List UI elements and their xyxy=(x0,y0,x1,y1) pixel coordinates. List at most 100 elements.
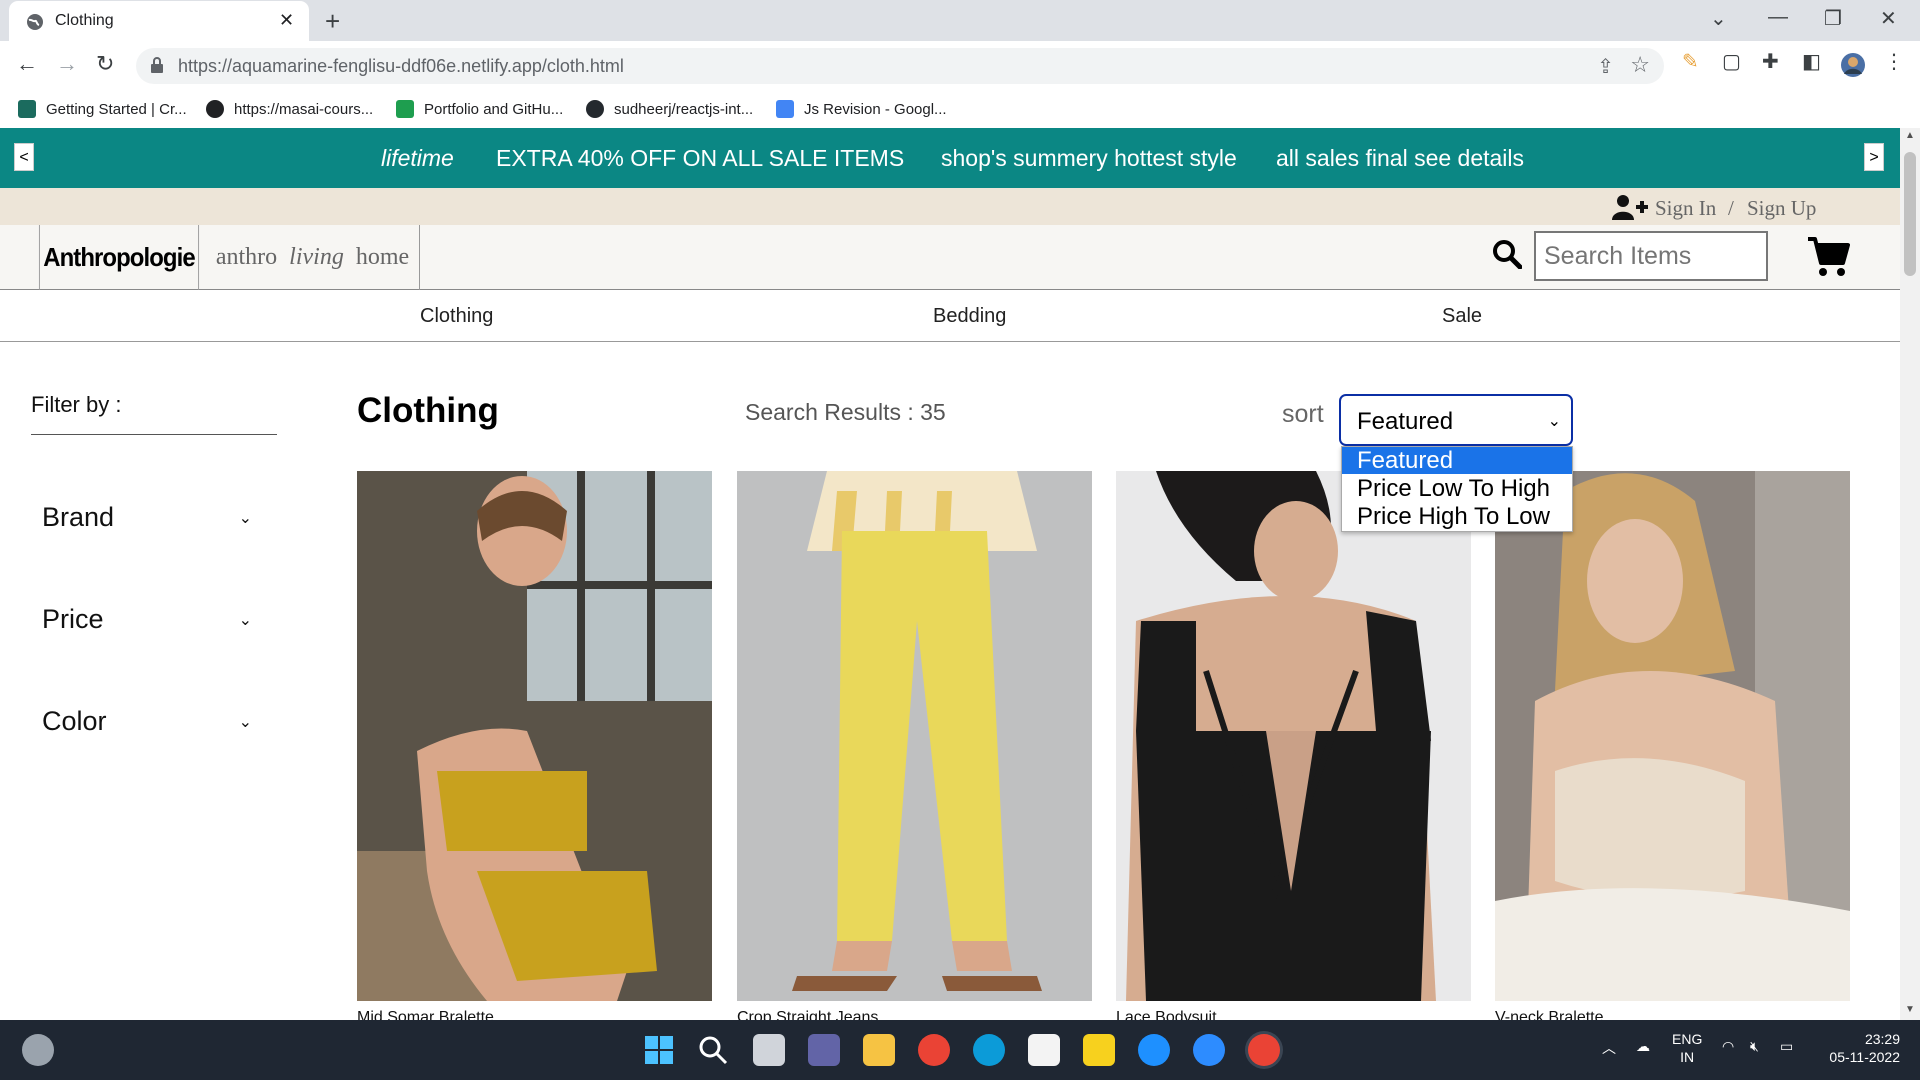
new-tab-icon[interactable]: + xyxy=(325,6,340,37)
volume-muted-icon[interactable]: 🔇︎ xyxy=(1750,1038,1759,1055)
restore-icon[interactable]: ❐ xyxy=(1824,6,1842,31)
product-name[interactable]: Crop Straight Jeans xyxy=(737,1009,878,1020)
globe-icon xyxy=(27,14,43,30)
bookmark-label: Getting Started | Cr... xyxy=(46,100,187,118)
sign-up-link[interactable]: Sign Up xyxy=(1747,196,1816,221)
chrome-active-icon[interactable] xyxy=(1248,1034,1280,1066)
product-name[interactable]: Lace Bodysuit xyxy=(1116,1009,1217,1020)
bookmark-site-icon xyxy=(18,100,36,118)
edge-icon[interactable] xyxy=(973,1034,1005,1066)
filter-title: Filter by : xyxy=(31,392,122,417)
promo-text: shop's summery hottest style xyxy=(941,145,1237,171)
language-code: ENG xyxy=(1672,1031,1703,1047)
product-image[interactable] xyxy=(357,471,712,1001)
windows-start-icon[interactable] xyxy=(643,1034,675,1066)
file-explorer-icon[interactable] xyxy=(863,1034,895,1066)
scroll-up-icon[interactable]: ▲ xyxy=(1905,130,1915,141)
pdf-reader-icon[interactable] xyxy=(1083,1034,1115,1066)
github-icon xyxy=(586,100,604,118)
sort-select[interactable]: Featured ⌄ xyxy=(1339,394,1573,446)
bookmark-item[interactable]: https://masai-cours... xyxy=(206,96,373,122)
bookmark-item[interactable]: Js Revision - Googl... xyxy=(776,96,947,122)
promo-next-button[interactable]: > xyxy=(1864,143,1884,171)
globe-icon xyxy=(206,100,224,118)
sort-option-price-high-low[interactable]: Price High To Low xyxy=(1342,503,1572,530)
browser-tab-bar: Clothing ✕ + ⌄ — ❐ ✕ xyxy=(0,0,1920,41)
tab-title: Clothing xyxy=(55,12,114,29)
profile-avatar-icon[interactable] xyxy=(1840,52,1866,78)
bookmark-item[interactable]: sudheerj/reactjs-int... xyxy=(586,96,753,122)
shopping-cart-icon[interactable] xyxy=(1806,235,1850,279)
chrome-icon[interactable] xyxy=(918,1034,950,1066)
minimize-icon[interactable]: — xyxy=(1768,6,1788,29)
filter-brand[interactable]: Brand ⌄ xyxy=(42,498,252,538)
bookmarks-bar: Getting Started | Cr... https://masai-co… xyxy=(0,90,1920,128)
browser-menu-icon[interactable]: ⋮ xyxy=(1884,49,1904,74)
extension-blank-icon[interactable]: ▢ xyxy=(1722,49,1741,74)
page-scrollbar[interactable]: ▲ ▼ xyxy=(1900,128,1920,1020)
side-panel-icon[interactable]: ◧ xyxy=(1802,49,1821,74)
clock[interactable]: 23:29 05-11-2022 xyxy=(1820,1030,1900,1066)
lock-icon xyxy=(151,57,163,73)
results-count: Search Results : 35 xyxy=(745,399,946,425)
browser-tab[interactable]: Clothing ✕ xyxy=(9,1,309,41)
search-icon[interactable] xyxy=(697,1034,729,1066)
sign-in-link[interactable]: Sign In xyxy=(1655,196,1716,221)
back-icon[interactable]: ← xyxy=(16,51,38,77)
window-close-icon[interactable]: ✕ xyxy=(1880,6,1897,31)
forward-icon[interactable]: → xyxy=(56,51,78,77)
task-view-icon[interactable] xyxy=(753,1034,785,1066)
address-bar[interactable]: https://aquamarine-fenglisu-ddf06e.netli… xyxy=(136,48,1664,84)
promo-prev-button[interactable]: < xyxy=(14,143,34,171)
weather-widget-icon[interactable] xyxy=(22,1034,54,1066)
nav-sale[interactable]: Sale xyxy=(1442,305,1482,328)
nav-bedding[interactable]: Bedding xyxy=(933,305,1006,328)
sort-option-featured[interactable]: Featured xyxy=(1342,447,1572,474)
region-code: IN xyxy=(1680,1049,1695,1065)
teams-chat-icon[interactable] xyxy=(808,1034,840,1066)
anthro-living-home-logo[interactable]: anthro living home xyxy=(206,225,420,290)
scrollbar-thumb[interactable] xyxy=(1904,152,1916,276)
account-separator: / xyxy=(1728,196,1734,220)
bookmark-label: sudheerj/reactjs-int... xyxy=(614,100,754,118)
account-bar: Sign In / Sign Up xyxy=(0,188,1900,225)
tab-search-chevron-icon[interactable]: ⌄ xyxy=(1710,6,1727,31)
product-image[interactable] xyxy=(1116,471,1471,1001)
filter-color[interactable]: Color ⌄ xyxy=(42,702,252,742)
promo-banner: < lifetime EXTRA 40% OFF ON ALL SALE ITE… xyxy=(0,128,1900,188)
onedrive-icon[interactable]: ☁ xyxy=(1636,1038,1650,1055)
product-card[interactable]: V-neck Bralette xyxy=(1495,471,1850,1020)
zoom-icon[interactable] xyxy=(1193,1034,1225,1066)
share-icon[interactable]: ⇪ xyxy=(1597,54,1614,79)
docs-icon xyxy=(776,100,794,118)
sheets-icon xyxy=(396,100,414,118)
nav-clothing[interactable]: Clothing xyxy=(420,305,493,328)
reload-icon[interactable]: ↻ xyxy=(96,51,114,77)
product-name[interactable]: Mid Somar Bralette xyxy=(357,1009,494,1020)
extensions-puzzle-icon[interactable]: ✚ xyxy=(1762,49,1779,74)
scroll-down-icon[interactable]: ▼ xyxy=(1905,1004,1915,1015)
product-card[interactable]: Crop Straight Jeans xyxy=(737,471,1092,1020)
tray-overflow-icon[interactable]: ︿ xyxy=(1602,1038,1616,1058)
filter-price[interactable]: Price ⌄ xyxy=(42,600,252,640)
product-card[interactable]: Mid Somar Bralette xyxy=(357,471,712,1020)
wifi-icon[interactable]: ◠ xyxy=(1722,1038,1734,1055)
product-image[interactable] xyxy=(737,471,1092,1001)
product-card[interactable]: Lace Bodysuit xyxy=(1116,471,1471,1020)
bookmark-item[interactable]: Portfolio and GitHu... xyxy=(396,96,563,122)
product-name[interactable]: V-neck Bralette xyxy=(1495,1009,1604,1020)
microsoft-store-icon[interactable] xyxy=(1028,1034,1060,1066)
search-input[interactable] xyxy=(1534,231,1768,281)
site-logo[interactable]: Anthropologie xyxy=(38,225,200,290)
language-indicator[interactable]: ENG IN xyxy=(1672,1030,1702,1066)
close-tab-icon[interactable]: ✕ xyxy=(279,10,294,31)
get-help-icon[interactable] xyxy=(1138,1034,1170,1066)
product-image[interactable] xyxy=(1495,471,1850,1001)
web-page: < lifetime EXTRA 40% OFF ON ALL SALE ITE… xyxy=(0,128,1900,1020)
bookmark-star-icon[interactable]: ☆ xyxy=(1630,52,1650,78)
search-icon[interactable] xyxy=(1492,239,1522,269)
battery-icon[interactable]: ▭ xyxy=(1780,1038,1793,1055)
sort-option-price-low-high[interactable]: Price Low To High xyxy=(1342,475,1572,502)
pen-extension-icon[interactable]: ✎ xyxy=(1682,49,1699,74)
bookmark-item[interactable]: Getting Started | Cr... xyxy=(18,96,187,122)
